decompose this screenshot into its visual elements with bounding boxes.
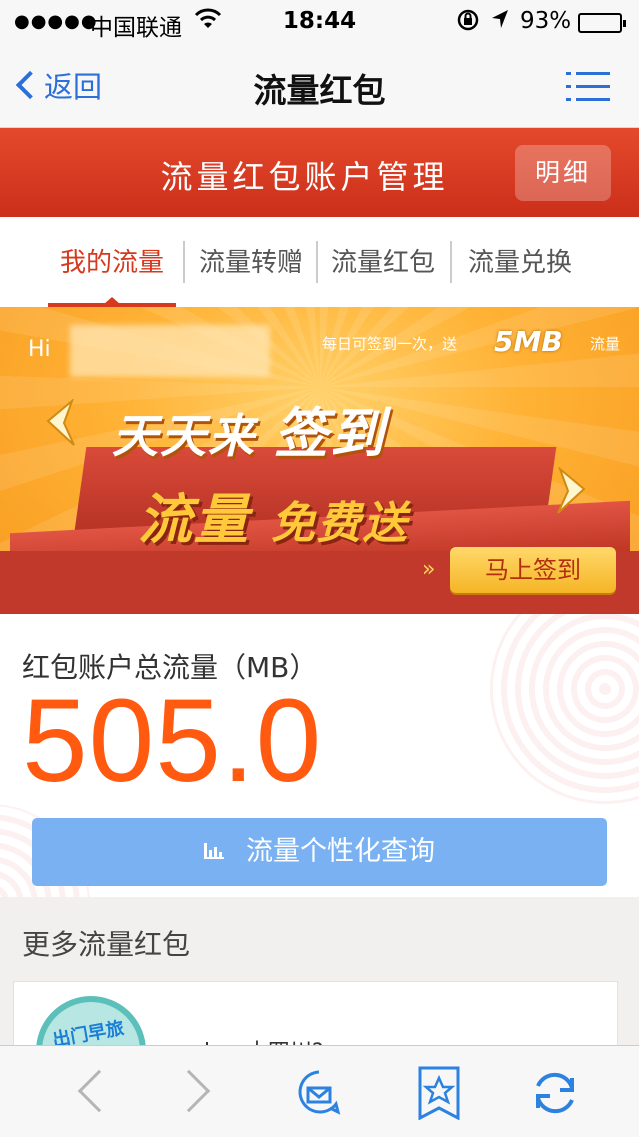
bookmark-star-icon[interactable] bbox=[412, 1066, 466, 1121]
mail-icon[interactable] bbox=[292, 1066, 346, 1120]
rotation-lock-icon bbox=[456, 8, 480, 38]
forward-arrow-icon[interactable] bbox=[167, 1066, 226, 1120]
personalized-query-button[interactable]: 流量个性化查询 bbox=[32, 818, 607, 886]
tab-divider bbox=[450, 241, 452, 283]
bonus-unit: 流量 bbox=[590, 335, 621, 353]
detail-button[interactable]: 明细 bbox=[515, 145, 611, 201]
subline-part-a: 流量 bbox=[138, 488, 250, 551]
browser-toolbar bbox=[0, 1045, 639, 1137]
banner-subline: 流量 免费送 bbox=[138, 475, 409, 554]
subline-part-b: 免费送 bbox=[270, 498, 409, 549]
checkin-banner[interactable]: Hi 每日可签到一次，送 5MB 流量 天天来 签到 流量 免费送 » 马上签到 bbox=[0, 307, 639, 614]
tab-traffic-exchange[interactable]: 流量兑换 bbox=[456, 239, 584, 287]
page-title: 流量红包 bbox=[253, 71, 386, 110]
back-arrow-icon[interactable] bbox=[64, 1066, 121, 1120]
left-arrow-decoration-icon bbox=[46, 399, 75, 446]
greeting: Hi bbox=[28, 337, 51, 362]
decorative-pattern bbox=[490, 614, 639, 804]
headline-part-a: 天天来 bbox=[112, 409, 256, 463]
right-arrow-decoration-icon bbox=[557, 467, 586, 514]
status-bar: ●●●●● 中国联通 18:44 93% bbox=[0, 0, 639, 44]
tab-my-traffic[interactable]: 我的流量 bbox=[48, 239, 176, 287]
account-summary: 红包账户总流量（MB） 505.0 流量个性化查询 bbox=[0, 614, 639, 897]
location-icon bbox=[490, 8, 510, 35]
checkin-now-button[interactable]: 马上签到 bbox=[450, 547, 616, 593]
masked-username bbox=[70, 325, 270, 377]
bar-chart-icon bbox=[204, 842, 224, 859]
tab-bar: 我的流量 流量转赠 流量红包 流量兑换 bbox=[0, 217, 639, 307]
section-title: 更多流量红包 bbox=[22, 928, 191, 961]
refresh-icon[interactable] bbox=[528, 1066, 582, 1120]
headline-part-b: 签到 bbox=[274, 402, 387, 465]
active-tab-caret bbox=[104, 297, 120, 304]
battery-percent: 93% bbox=[520, 8, 572, 34]
double-chevron-icon: » bbox=[422, 557, 436, 582]
bonus-amount: 5MB bbox=[494, 325, 563, 358]
battery-icon bbox=[578, 13, 626, 33]
more-redpackets-section: 更多流量红包 出门早旅 h... 小四川? bbox=[0, 897, 639, 1106]
query-button-label: 流量个性化查询 bbox=[246, 836, 435, 867]
navigation-bar: 返回 流量红包 bbox=[0, 44, 639, 128]
daily-checkin-note: 每日可签到一次，送 bbox=[322, 335, 458, 353]
tab-divider bbox=[183, 241, 185, 283]
menu-list-icon[interactable] bbox=[566, 70, 610, 104]
banner-headline: 天天来 签到 bbox=[112, 389, 386, 468]
tab-divider bbox=[316, 241, 318, 283]
tab-traffic-redpacket[interactable]: 流量红包 bbox=[320, 239, 446, 287]
tab-traffic-gift[interactable]: 流量转赠 bbox=[188, 239, 314, 287]
account-header: 流量红包账户管理 明细 bbox=[0, 128, 639, 217]
total-traffic-value: 505.0 bbox=[22, 675, 323, 807]
